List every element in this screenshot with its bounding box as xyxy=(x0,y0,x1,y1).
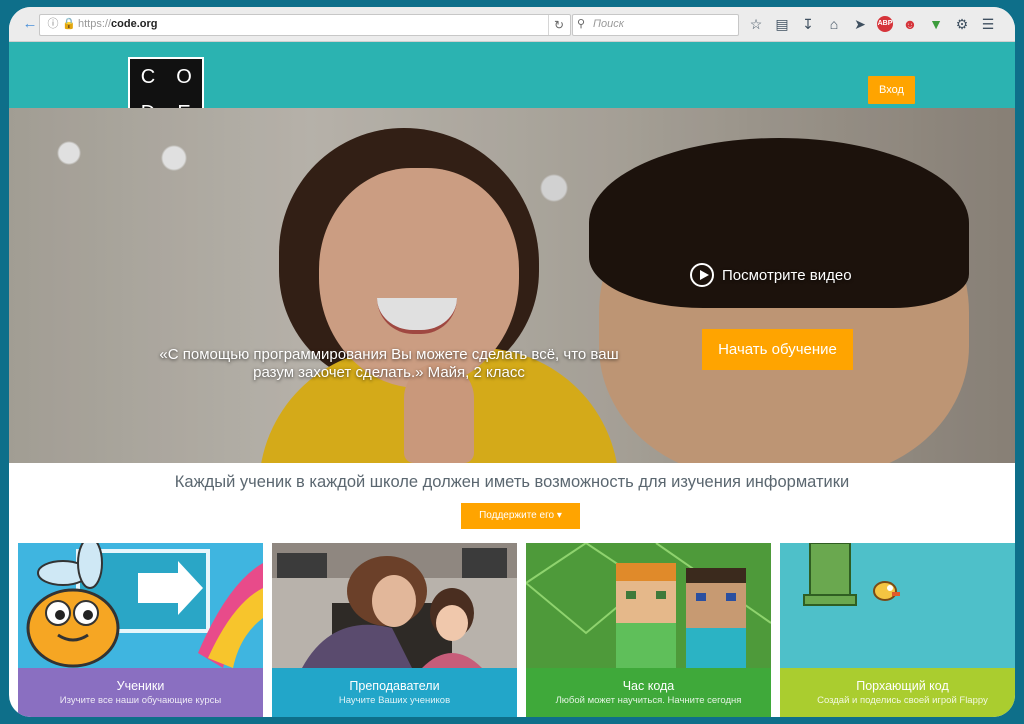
hero-quote-line-1: «С помощью программирования Вы можете сд… xyxy=(159,346,619,363)
hour-of-code-tile-art xyxy=(526,543,771,668)
teachers-tile-art xyxy=(272,543,517,668)
watch-video-label: Посмотрите видео xyxy=(722,266,852,284)
search-bar[interactable]: ⚲ Поиск xyxy=(572,14,739,36)
address-bar[interactable]: ⓘ 🔒 https://code.org ↻ xyxy=(39,14,571,36)
lock-icon: 🔒 xyxy=(62,18,76,30)
pocket-icon[interactable]: ➤ xyxy=(851,15,869,33)
tile-students-band: Ученики Изучите все наши обучающие курсы xyxy=(18,668,263,717)
smiley-icon[interactable]: ☻ xyxy=(901,15,919,33)
toolbar-icons: ☆ ▤ ↧ ⌂ ➤ ABP ☻ ▼ ⚙ ☰ xyxy=(747,15,997,33)
chevron-down-icon: ▾ xyxy=(556,510,562,521)
browser-window: ← ⓘ 🔒 https://code.org ↻ ⚲ Поиск ☆ ▤ ↧ ⌂… xyxy=(9,7,1015,717)
mission-statement: Каждый ученик в каждой школе должен имет… xyxy=(174,473,850,491)
donate-button[interactable]: Поддержите его ▾ xyxy=(461,503,580,529)
tile-teachers[interactable]: Преподаватели Научите Ваших учеников xyxy=(272,543,517,717)
signin-button[interactable]: Вход xyxy=(868,76,915,104)
flappy-tile-art xyxy=(780,543,1015,668)
info-icon[interactable]: ⓘ xyxy=(46,17,60,31)
search-icon: ⚲ xyxy=(577,18,586,30)
tile-flappy-code-band: Порхающий код Создай и поделись своей иг… xyxy=(780,668,1015,717)
reload-icon[interactable]: ↻ xyxy=(548,15,569,35)
adblock-icon[interactable]: ABP xyxy=(877,16,893,32)
search-placeholder: Поиск xyxy=(593,18,624,30)
tiles-row: Ученики Изучите все наши обучающие курсы xyxy=(18,543,1015,717)
menu-icon[interactable]: ☰ xyxy=(979,15,997,33)
tile-hour-of-code-subtitle: Любой может научиться. Начните сегодня xyxy=(555,695,742,706)
hero-quote-line-2: разум захочет сделать.» Майя, 2 класс xyxy=(253,364,525,381)
tile-teachers-title: Преподаватели xyxy=(349,679,440,693)
url-text[interactable]: https://code.org xyxy=(78,18,157,30)
logo-letter-o: O xyxy=(166,59,202,95)
tile-teachers-subtitle: Научите Ваших учеников xyxy=(338,695,451,706)
start-learning-button[interactable]: Начать обучение xyxy=(702,329,853,370)
tile-students[interactable]: Ученики Изучите все наши обучающие курсы xyxy=(18,543,263,717)
tile-flappy-code-subtitle: Создай и поделись своей игрой Flappy xyxy=(817,695,988,706)
tile-flappy-code[interactable]: Порхающий код Создай и поделись своей иг… xyxy=(780,543,1015,717)
hero-quote: «С помощью программирования Вы можете сд… xyxy=(129,346,649,382)
reading-list-icon[interactable]: ▤ xyxy=(773,15,791,33)
watch-video-link[interactable]: Посмотрите видео xyxy=(690,261,852,289)
tile-hour-of-code-title: Час кода xyxy=(622,679,675,693)
tile-hour-of-code[interactable]: Час кода Любой может научиться. Начните … xyxy=(526,543,771,717)
tile-hour-of-code-band: Час кода Любой может научиться. Начните … xyxy=(526,668,771,717)
home-icon[interactable]: ⌂ xyxy=(825,15,843,33)
play-icon xyxy=(690,263,714,287)
tile-students-subtitle: Изучите все наши обучающие курсы xyxy=(59,695,222,706)
hero-overlay xyxy=(9,108,1015,463)
students-tile-art xyxy=(18,543,263,668)
gear-icon[interactable]: ⚙ xyxy=(953,15,971,33)
star-icon[interactable]: ☆ xyxy=(747,15,765,33)
back-arrow-icon[interactable]: ← xyxy=(21,15,39,33)
tile-teachers-band: Преподаватели Научите Ваших учеников xyxy=(272,668,517,717)
tile-students-title: Ученики xyxy=(116,679,165,693)
logo-letter-c: C xyxy=(130,59,166,95)
hero-banner: «С помощью программирования Вы можете сд… xyxy=(9,108,1015,463)
browser-toolbar: ← ⓘ 🔒 https://code.org ↻ ⚲ Поиск ☆ ▤ ↧ ⌂… xyxy=(9,7,1015,42)
donate-label: Поддержите его xyxy=(479,510,555,521)
tile-flappy-code-title: Порхающий код xyxy=(856,679,949,693)
download-icon[interactable]: ↧ xyxy=(799,15,817,33)
green-extension-icon[interactable]: ▼ xyxy=(927,15,945,33)
